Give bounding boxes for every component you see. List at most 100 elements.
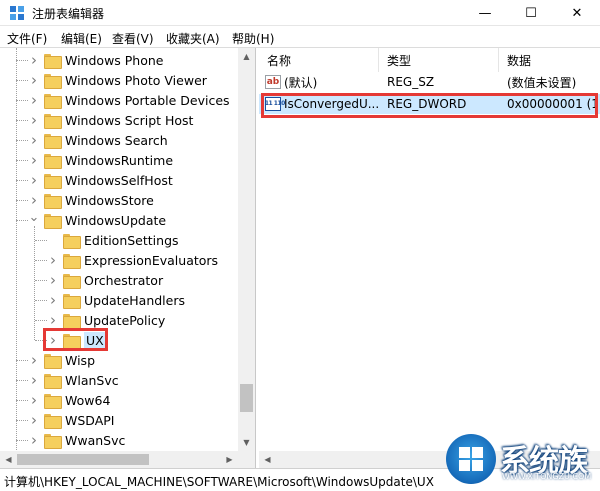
- folder-icon: [44, 73, 62, 89]
- tree-connector-line: [35, 320, 47, 321]
- chevron-right-icon[interactable]: ›: [28, 90, 40, 110]
- value-type: REG_SZ: [387, 75, 435, 89]
- folder-icon: [44, 413, 62, 429]
- chevron-right-icon[interactable]: ›: [28, 110, 40, 130]
- tree-connector-line: [35, 300, 47, 301]
- tree-item[interactable]: › Windows Photo Viewer: [28, 70, 207, 90]
- tree-connector: [47, 230, 59, 250]
- value-name-cell: ab (默认): [265, 72, 379, 92]
- chevron-right-icon[interactable]: ›: [28, 150, 40, 170]
- tree-connector-line: [16, 440, 28, 441]
- folder-icon: [63, 233, 81, 249]
- folder-icon: [44, 353, 62, 369]
- folder-icon: [44, 433, 62, 449]
- tree-item[interactable]: › Wisp: [28, 350, 95, 370]
- tree-item[interactable]: › WwanSvc: [28, 430, 125, 450]
- chevron-down-icon[interactable]: ⌄: [28, 207, 40, 227]
- menu-help[interactable]: 帮助(H): [232, 30, 274, 47]
- column-header-type[interactable]: 类型: [379, 48, 499, 72]
- tree-item[interactable]: › UpdateHandlers: [47, 290, 185, 310]
- chevron-right-icon[interactable]: ›: [28, 410, 40, 430]
- watermark-url: WWW.XITONGZU.COM: [502, 472, 592, 481]
- chevron-right-icon[interactable]: ›: [28, 130, 40, 150]
- list-scroll-left-arrow-icon[interactable]: ◀: [259, 451, 276, 468]
- site-watermark: 系统族 WWW.XITONGZU.COM: [446, 434, 600, 491]
- minimize-button[interactable]: —: [462, 0, 508, 26]
- chevron-right-icon[interactable]: ›: [28, 390, 40, 410]
- tree-connector-line: [16, 220, 28, 221]
- tree-item[interactable]: › WindowsSelfHost: [28, 170, 173, 190]
- tree-item-label: WindowsRuntime: [65, 152, 174, 168]
- tree-item[interactable]: › Windows Phone: [28, 50, 164, 70]
- tree-connector-line: [16, 80, 28, 81]
- tree-item-label: WindowsUpdate: [65, 212, 167, 228]
- maximize-button[interactable]: ☐: [508, 0, 554, 26]
- ux-highlight-box: [43, 328, 108, 351]
- registry-tree[interactable]: › Windows Phone › Windows Photo Viewer › Wind…: [0, 48, 256, 468]
- scroll-right-arrow-icon[interactable]: ▶: [221, 451, 238, 468]
- chevron-right-icon[interactable]: ›: [47, 250, 59, 270]
- tree-connector-line: [35, 280, 47, 281]
- chevron-right-icon[interactable]: ›: [28, 50, 40, 70]
- tree-item[interactable]: › WindowsStore: [28, 190, 154, 210]
- chevron-right-icon[interactable]: ›: [28, 430, 40, 450]
- tree-item-label: UpdateHandlers: [84, 292, 186, 308]
- scroll-up-arrow-icon[interactable]: ▲: [238, 48, 255, 65]
- tree-item[interactable]: › ExpressionEvaluators: [47, 250, 218, 270]
- chevron-right-icon[interactable]: ›: [47, 270, 59, 290]
- chevron-right-icon[interactable]: ›: [28, 350, 40, 370]
- tree-item[interactable]: EditionSettings: [47, 230, 179, 250]
- tree-connector-line: [16, 160, 28, 161]
- registry-path: 计算机\HKEY_LOCAL_MACHINE\SOFTWARE\Microsof…: [4, 475, 434, 489]
- tree-item-label: WindowsStore: [65, 192, 154, 208]
- column-header-data[interactable]: 数据: [499, 48, 600, 72]
- tree-vertical-scrollbar[interactable]: ▲ ▼: [238, 48, 255, 451]
- folder-icon: [63, 253, 81, 269]
- tree-horizontal-scrollbar[interactable]: ◀ ▶: [0, 451, 238, 468]
- folder-icon: [44, 53, 62, 69]
- menu-view[interactable]: 查看(V): [112, 30, 154, 47]
- folder-icon: [44, 93, 62, 109]
- tree-item[interactable]: › Windows Portable Devices: [28, 90, 230, 110]
- chevron-right-icon[interactable]: ›: [28, 70, 40, 90]
- tree-connector-line: [16, 180, 28, 181]
- chevron-right-icon[interactable]: ›: [28, 370, 40, 390]
- tree-item-label: Wow64: [65, 392, 111, 408]
- tree-item[interactable]: › Wow64: [28, 390, 110, 410]
- tree-item[interactable]: › WindowsRuntime: [28, 150, 173, 170]
- tree-connector-line: [35, 240, 47, 241]
- value-data: (数值未设置): [507, 75, 577, 90]
- tree-hscroll-thumb[interactable]: [17, 454, 149, 465]
- tree-item[interactable]: › Windows Search: [28, 130, 168, 150]
- chevron-right-icon[interactable]: ›: [28, 170, 40, 190]
- value-row[interactable]: ab (默认) REG_SZ (数值未设置): [259, 72, 600, 92]
- menu-edit[interactable]: 编辑(E): [61, 30, 102, 47]
- tree-item[interactable]: › WlanSvc: [28, 370, 119, 390]
- chevron-right-icon[interactable]: ›: [47, 310, 59, 330]
- menu-favorites[interactable]: 收藏夹(A): [166, 30, 220, 47]
- tree-connector-line: [16, 120, 28, 121]
- scroll-down-arrow-icon[interactable]: ▼: [238, 434, 255, 451]
- tree-item[interactable]: › WSDAPI: [28, 410, 114, 430]
- folder-icon: [63, 313, 81, 329]
- minimize-icon: —: [478, 5, 492, 21]
- menu-file[interactable]: 文件(F): [7, 30, 47, 47]
- tree-item[interactable]: › Windows Script Host: [28, 110, 193, 130]
- windows-logo-icon: [446, 434, 496, 484]
- tree-connector-line: [16, 200, 28, 201]
- maximize-icon: ☐: [525, 5, 537, 21]
- column-header-name[interactable]: 名称: [259, 48, 379, 72]
- registry-editor-icon: [10, 6, 24, 20]
- scroll-left-arrow-icon[interactable]: ◀: [0, 451, 17, 468]
- tree-item[interactable]: › Orchestrator: [47, 270, 163, 290]
- folder-icon: [44, 193, 62, 209]
- tree-connector-line: [16, 380, 28, 381]
- tree-scroll-thumb[interactable]: [240, 384, 253, 412]
- close-icon: ✕: [571, 5, 583, 21]
- tree-item[interactable]: ⌄ WindowsUpdate: [28, 210, 166, 230]
- close-button[interactable]: ✕: [554, 0, 600, 26]
- string-value-icon: ab: [265, 75, 281, 89]
- tree-item-label: WlanSvc: [65, 372, 119, 388]
- chevron-right-icon[interactable]: ›: [47, 290, 59, 310]
- tree-item[interactable]: › UpdatePolicy: [47, 310, 165, 330]
